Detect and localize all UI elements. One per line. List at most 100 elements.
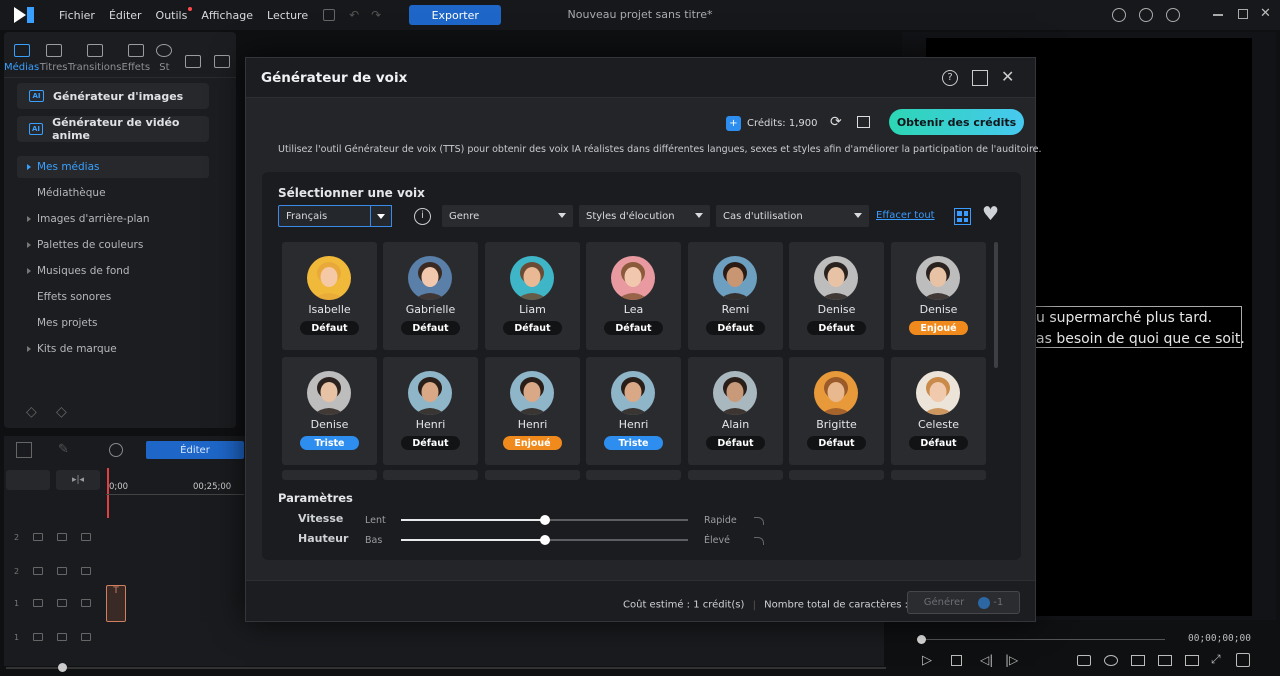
subtitles-icon[interactable]: [1131, 655, 1145, 666]
minimize-icon[interactable]: [1213, 14, 1223, 16]
nav-item[interactable]: Effets sonores: [17, 286, 209, 308]
ai-anime-video-button[interactable]: AI Générateur de vidéo anime: [17, 116, 209, 142]
menu-fichier[interactable]: Fichier: [52, 9, 102, 22]
voice-card[interactable]: Henri Triste: [586, 357, 681, 465]
gift-icon[interactable]: [857, 116, 870, 128]
voice-card[interactable]: Gabrielle Défaut: [383, 242, 478, 350]
language-dropdown-button[interactable]: [370, 205, 392, 227]
nav-item[interactable]: Mes projets: [17, 312, 209, 334]
voice-card[interactable]: Denise Enjoué: [891, 242, 986, 350]
pen-icon[interactable]: ✎: [58, 442, 69, 457]
lock-icon[interactable]: [81, 567, 92, 575]
voice-card[interactable]: Lea Défaut: [586, 242, 681, 350]
eye-icon[interactable]: [57, 533, 68, 541]
info-icon[interactable]: i: [414, 208, 431, 225]
play-icon[interactable]: ▷: [922, 653, 932, 668]
playhead[interactable]: [107, 468, 109, 518]
save-icon[interactable]: [323, 9, 336, 21]
menu-lecture[interactable]: Lecture: [260, 9, 315, 22]
title-clip[interactable]: T: [106, 585, 126, 622]
stop-icon[interactable]: [951, 655, 962, 666]
snapshot-icon[interactable]: [1077, 655, 1091, 666]
voice-grid-scrollbar[interactable]: [994, 242, 998, 368]
voice-card[interactable]: Denise Triste: [282, 357, 377, 465]
menu-editer[interactable]: Éditer: [102, 9, 149, 22]
nav-item[interactable]: Musiques de fond: [17, 260, 209, 282]
voice-card[interactable]: Henri Enjoué: [485, 357, 580, 465]
lock-icon[interactable]: [81, 599, 92, 607]
speaker-icon[interactable]: [57, 633, 68, 641]
redo-icon[interactable]: ↷: [371, 8, 381, 22]
help-icon[interactable]: [1139, 8, 1153, 22]
lock-icon[interactable]: [81, 533, 92, 541]
eye-icon[interactable]: [57, 599, 68, 607]
tab-layout[interactable]: [207, 32, 236, 77]
close-app-icon[interactable]: ✕: [1260, 6, 1271, 21]
preview-scrubber-knob[interactable]: [917, 635, 926, 644]
chevron-down-icon[interactable]: [109, 443, 123, 457]
grid-view-icon[interactable]: [954, 208, 971, 225]
maximize-icon[interactable]: [1238, 9, 1248, 19]
maximize-dialog-icon[interactable]: [972, 70, 988, 86]
clear-all-link[interactable]: Effacer tout: [876, 210, 935, 221]
tab-titres[interactable]: Titres: [39, 32, 68, 77]
undo-icon[interactable]: ↶: [349, 8, 359, 22]
nav-item[interactable]: Mes médias: [17, 156, 209, 178]
speed-slider[interactable]: [401, 515, 688, 525]
safe-area-icon[interactable]: [1185, 655, 1199, 666]
edit-button[interactable]: Éditer: [146, 441, 244, 459]
voice-card[interactable]: Denise Défaut: [789, 242, 884, 350]
voice-record-icon[interactable]: [1104, 655, 1118, 666]
nav-item[interactable]: Palettes de couleurs: [17, 234, 209, 256]
settings-icon[interactable]: [1112, 8, 1126, 22]
remove-tag-icon[interactable]: ◇: [56, 404, 67, 420]
use-case-select[interactable]: Cas d'utilisation: [716, 205, 869, 227]
voice-card[interactable]: Alain Défaut: [688, 357, 783, 465]
voice-card[interactable]: Brigitte Défaut: [789, 357, 884, 465]
get-credits-button[interactable]: Obtenir des crédits: [889, 109, 1024, 135]
reset-pitch-icon[interactable]: [754, 537, 764, 545]
speaking-style-select[interactable]: Styles d'élocution: [579, 205, 710, 227]
tab-transitions[interactable]: Transitions: [68, 32, 121, 77]
tab-effets[interactable]: Effets: [121, 32, 150, 77]
favorite-heart-icon[interactable]: ♥: [982, 203, 999, 225]
fit-timeline-button[interactable]: ▸|◂: [56, 470, 100, 490]
close-icon[interactable]: ✕: [1001, 67, 1017, 86]
ai-image-generator-button[interactable]: AI Générateur d'images: [17, 83, 209, 109]
voice-card[interactable]: Henri Défaut: [383, 357, 478, 465]
tab-stickers[interactable]: St: [150, 32, 179, 77]
refresh-icon[interactable]: ⟳: [830, 114, 842, 130]
generate-button[interactable]: Générer -1: [907, 591, 1020, 614]
menu-outils[interactable]: Outils: [149, 6, 195, 22]
help-icon[interactable]: ?: [942, 70, 958, 86]
export-button[interactable]: Exporter: [409, 5, 502, 25]
voice-card[interactable]: Celeste Défaut: [891, 357, 986, 465]
pitch-slider-knob[interactable]: [539, 535, 550, 545]
speaker-icon[interactable]: [57, 567, 68, 575]
pitch-slider[interactable]: [401, 535, 688, 545]
tab-medias[interactable]: Médias: [4, 32, 39, 77]
account-icon[interactable]: [1166, 8, 1180, 22]
add-track-button[interactable]: [6, 470, 50, 490]
next-frame-icon[interactable]: |▷: [1005, 653, 1018, 667]
fullscreen-icon[interactable]: ⤢: [1211, 652, 1221, 667]
nav-item[interactable]: Kits de marque: [17, 338, 209, 360]
crop-icon[interactable]: [16, 442, 32, 458]
gender-select[interactable]: Genre: [442, 205, 573, 227]
credit-icon: +: [726, 116, 741, 131]
voice-card[interactable]: Remi Défaut: [688, 242, 783, 350]
nav-item[interactable]: Médiathèque: [17, 182, 209, 204]
timeline-zoom-knob[interactable]: [58, 663, 67, 672]
reset-speed-icon[interactable]: [754, 517, 764, 525]
aspect-ratio-icon[interactable]: [1236, 653, 1250, 667]
lock-icon[interactable]: [81, 633, 92, 641]
tab-subtitles[interactable]: [179, 32, 208, 77]
nav-item[interactable]: Images d'arrière-plan: [17, 208, 209, 230]
voice-card[interactable]: Liam Défaut: [485, 242, 580, 350]
speed-slider-knob[interactable]: [539, 515, 550, 525]
menu-affichage[interactable]: Affichage: [194, 9, 260, 22]
voice-card[interactable]: Isabelle Défaut: [282, 242, 377, 350]
add-tag-icon[interactable]: ◇: [26, 404, 37, 420]
zoom-icon[interactable]: [1158, 655, 1172, 666]
prev-frame-icon[interactable]: ◁|: [980, 653, 993, 667]
